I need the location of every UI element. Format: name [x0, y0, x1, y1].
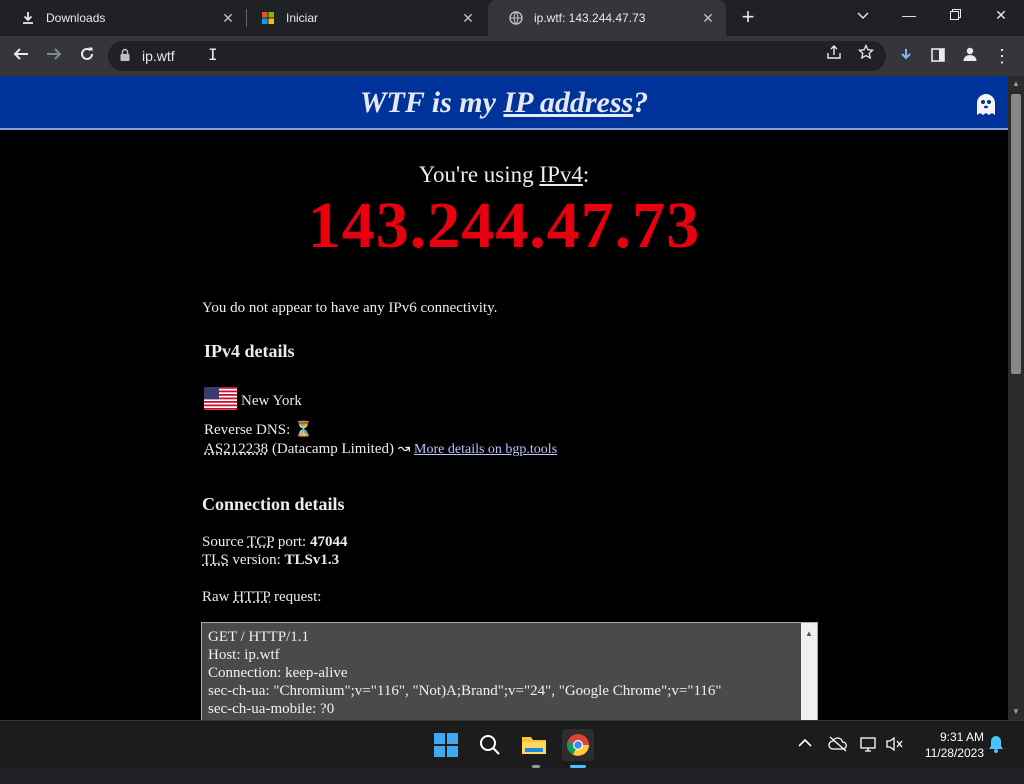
connection-details-heading: Connection details: [202, 494, 345, 514]
clock-date: 11/28/2023: [924, 746, 984, 760]
raw-line: Connection: keep-alive: [208, 665, 348, 681]
using-prefix: You're using: [418, 162, 540, 187]
scroll-down-icon[interactable]: ▼: [1008, 704, 1024, 720]
ip-address: 143.244.47.73: [307, 189, 701, 262]
raw-line: sec-ch-ua-mobile: ?0: [208, 701, 335, 717]
scroll-up-icon[interactable]: ▲: [1008, 76, 1024, 92]
browser-toolbar: ip.wtf ⋮: [0, 36, 1024, 76]
reverse-dns-line: Reverse DNS: ⏳: [204, 420, 313, 439]
raw-request-label: Raw HTTP request:: [202, 589, 321, 606]
tcp-abbr: TCP: [247, 534, 275, 550]
download-icon: [20, 10, 36, 26]
new-tab-button[interactable]: +: [736, 6, 760, 30]
file-explorer-icon[interactable]: [518, 729, 550, 761]
source-label: Source: [202, 534, 248, 550]
globe-icon: [508, 10, 524, 26]
tab-ipwtf[interactable]: ip.wtf: 143.244.47.73 ✕: [488, 0, 726, 36]
volume-muted-icon[interactable]: [886, 736, 904, 784]
tab-title: Downloads: [46, 11, 106, 25]
lock-icon[interactable]: [120, 48, 130, 67]
bgp-tools-link[interactable]: More details on bgp.tools: [414, 442, 557, 457]
scrollbar-thumb[interactable]: [1011, 94, 1021, 374]
ipv4-link[interactable]: IPv4: [539, 162, 582, 187]
as-line: AS212238 (Datacamp Limited) ↝ More detai…: [204, 439, 557, 458]
page-scrollbar[interactable]: ▲ ▼: [1008, 76, 1024, 720]
port-label: port:: [274, 534, 310, 550]
raw-line: sec-ch-ua: "Chromium";v="116", "Not)A;Br…: [208, 683, 722, 699]
raw-label: Raw: [202, 589, 234, 605]
tls-version-label: version:: [228, 552, 285, 568]
share-icon[interactable]: [820, 42, 848, 70]
notification-bell-icon[interactable]: [988, 735, 1004, 783]
scroll-up-icon[interactable]: ▲: [805, 625, 813, 643]
windows-icon: [260, 10, 276, 26]
ipv4-details-heading: IPv4 details: [204, 341, 295, 361]
side-panel-icon[interactable]: [924, 42, 952, 70]
reverse-dns-label: Reverse DNS:: [204, 422, 291, 438]
web-page: WTF is my IP address? You're using IPv4:…: [0, 76, 1008, 720]
http-abbr: HTTP: [233, 589, 271, 605]
request-label: request:: [270, 589, 322, 605]
ip-address-link[interactable]: IP address: [503, 86, 633, 119]
tab-strip: Downloads ✕ Iniciar ✕ ip.wtf: 143.244.47…: [0, 0, 1024, 36]
chrome-icon[interactable]: [562, 729, 594, 761]
site-banner: WTF is my IP address?: [0, 76, 1008, 130]
forward-button[interactable]: [40, 42, 68, 70]
site-title: WTF is my IP address?: [0, 76, 1008, 130]
text-cursor-icon: I: [208, 45, 218, 64]
using-suffix: :: [582, 162, 590, 187]
start-button[interactable]: [430, 729, 462, 761]
profile-icon[interactable]: [956, 42, 984, 70]
location-line: New York: [204, 387, 302, 415]
cloud-off-icon[interactable]: [828, 736, 848, 784]
tls-version-line: TLS version: TLSv1.3: [202, 552, 339, 569]
chevron-down-icon[interactable]: [840, 0, 886, 32]
location-name: New York: [241, 392, 302, 409]
tab-title: Iniciar: [286, 11, 319, 25]
source-port-value: 47044: [309, 534, 348, 550]
title-prefix: WTF is my: [359, 86, 504, 119]
back-button[interactable]: [7, 42, 35, 70]
source-port-line: Source TCP port: 47044: [202, 534, 347, 551]
clock-time: 9:31 AM: [939, 730, 984, 744]
search-icon[interactable]: [474, 729, 506, 761]
url-text[interactable]: ip.wtf: [142, 48, 175, 64]
reload-button[interactable]: [73, 42, 101, 70]
protocol-line: You're using IPv4:: [0, 162, 1008, 188]
as-number: AS212238: [204, 441, 269, 457]
tls-version-value: TLSv1.3: [284, 552, 340, 568]
taskbar: 9:31 AM 11/28/2023: [0, 720, 1024, 768]
raw-line: Host: ip.wtf: [208, 647, 280, 663]
raw-request-textarea[interactable]: GET / HTTP/1.1 Host: ip.wtf Connection: …: [201, 622, 818, 720]
address-bar[interactable]: ip.wtf: [108, 41, 886, 71]
close-icon[interactable]: ✕: [220, 10, 236, 26]
network-icon[interactable]: [860, 736, 878, 784]
hourglass-icon: ⏳: [294, 422, 313, 438]
raw-line: GET / HTTP/1.1: [208, 629, 309, 645]
bookmark-star-icon[interactable]: [852, 42, 880, 70]
us-flag-icon: [204, 387, 237, 415]
tls-abbr: TLS: [202, 552, 229, 568]
as-name: (Datacamp Limited) ↝: [268, 441, 415, 457]
download-status-icon[interactable]: [892, 42, 920, 70]
clock[interactable]: 9:31 AM 11/28/2023: [914, 729, 984, 777]
close-icon[interactable]: ✕: [700, 10, 716, 26]
close-window-button[interactable]: ✕: [978, 0, 1024, 32]
chevron-up-icon[interactable]: [798, 735, 812, 783]
tab-title: ip.wtf: 143.244.47.73: [534, 11, 646, 25]
close-icon[interactable]: ✕: [460, 10, 476, 26]
minimize-button[interactable]: —: [886, 0, 932, 32]
ghost-icon[interactable]: [974, 91, 998, 122]
title-suffix: ?: [633, 86, 649, 119]
restore-button[interactable]: [932, 0, 978, 32]
menu-kebab-icon[interactable]: ⋮: [988, 42, 1016, 70]
tab-downloads[interactable]: Downloads ✕: [0, 0, 246, 36]
textarea-scrollbar[interactable]: ▲: [801, 623, 817, 720]
tab-iniciar[interactable]: Iniciar ✕: [240, 0, 486, 36]
ipv6-note: You do not appear to have any IPv6 conne…: [202, 300, 498, 316]
